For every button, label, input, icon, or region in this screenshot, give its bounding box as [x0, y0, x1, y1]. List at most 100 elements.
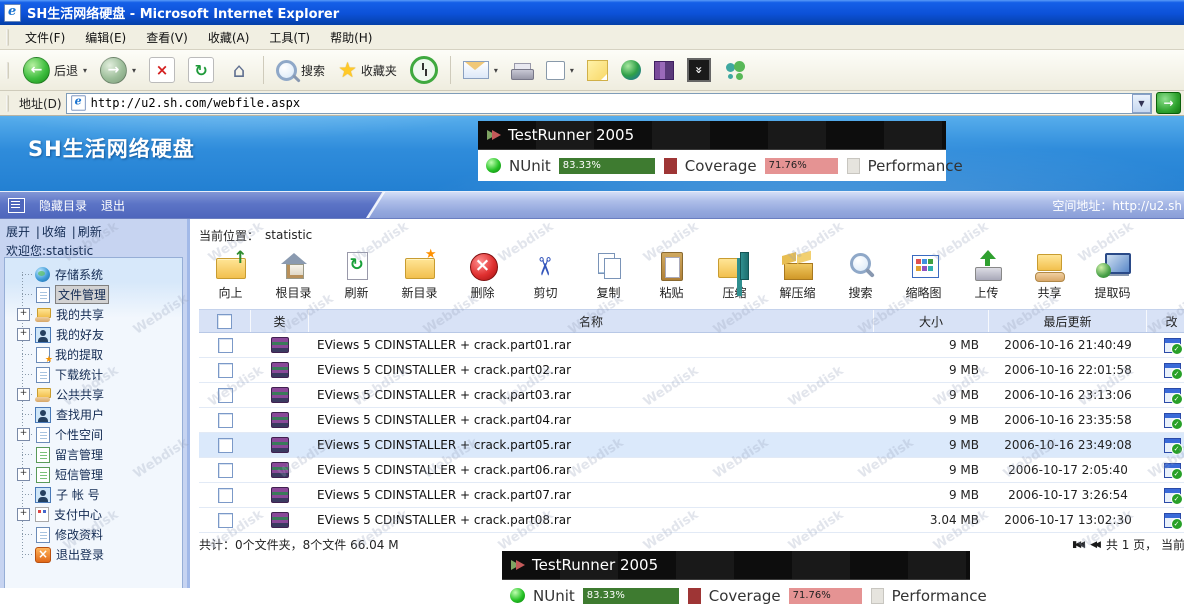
- menu-item[interactable]: 收藏(A): [198, 28, 260, 48]
- modify-icon[interactable]: [1163, 437, 1183, 455]
- row-checkbox[interactable]: [217, 412, 233, 428]
- menu-item[interactable]: 编辑(E): [75, 28, 136, 48]
- web-button[interactable]: [616, 58, 646, 82]
- toolbar-button-cut[interactable]: ✂ 剪切: [514, 248, 577, 305]
- back-dropdown-icon[interactable]: ▾: [83, 66, 87, 75]
- sidebar-item[interactable]: 留言管理: [5, 444, 182, 467]
- file-name[interactable]: EViews 5 CDINSTALLER + crack.part07.rar: [309, 488, 874, 502]
- file-name[interactable]: EViews 5 CDINSTALLER + crack.part03.rar: [309, 388, 874, 402]
- expand-icon[interactable]: +: [17, 328, 30, 341]
- research-button[interactable]: [649, 59, 679, 82]
- row-checkbox[interactable]: [217, 387, 233, 403]
- sidebar-item[interactable]: 文件管理: [5, 284, 182, 307]
- go-button[interactable]: →: [1156, 92, 1181, 114]
- modify-icon[interactable]: [1163, 337, 1183, 355]
- expand-icon[interactable]: +: [17, 428, 30, 441]
- expand-icon[interactable]: +: [17, 388, 30, 401]
- modify-icon[interactable]: [1163, 387, 1183, 405]
- favorites-button[interactable]: ★ 收藏夹: [333, 58, 402, 83]
- hide-directory-link[interactable]: 隐藏目录: [39, 197, 87, 214]
- stop-button[interactable]: ×: [144, 55, 180, 85]
- row-checkbox[interactable]: [217, 437, 233, 453]
- history-button[interactable]: [405, 54, 443, 86]
- toolbar-button-copy[interactable]: 复制: [577, 248, 640, 305]
- sidebar-item[interactable]: + 个性空间: [5, 424, 182, 447]
- menu-item[interactable]: 文件(F): [15, 28, 75, 48]
- modify-icon[interactable]: [1163, 487, 1183, 505]
- row-checkbox[interactable]: [217, 362, 233, 378]
- row-checkbox[interactable]: [217, 462, 233, 478]
- print-button[interactable]: [506, 61, 538, 80]
- sidebar-link[interactable]: 收缩: [42, 225, 66, 239]
- modify-icon[interactable]: [1163, 512, 1183, 530]
- sidebar-link[interactable]: 展开: [6, 225, 30, 239]
- testrunner-banner-bottom[interactable]: TestRunner 2005 NUnit 83.33% Coverage 71…: [502, 551, 987, 611]
- forward-button[interactable]: → ▾: [95, 55, 141, 86]
- file-name[interactable]: EViews 5 CDINSTALLER + crack.part05.rar: [309, 438, 874, 452]
- modify-icon[interactable]: [1163, 412, 1183, 430]
- row-checkbox[interactable]: [217, 337, 233, 353]
- expand-icon[interactable]: +: [17, 308, 30, 321]
- mail-button[interactable]: ▾: [458, 59, 503, 81]
- sidebar-item[interactable]: + 我的共享: [5, 304, 182, 324]
- modify-icon[interactable]: [1163, 462, 1183, 480]
- row-checkbox[interactable]: [217, 512, 233, 528]
- sidebar-item[interactable]: 下载统计: [5, 364, 182, 387]
- edit-dropdown-icon[interactable]: ▾: [570, 66, 574, 75]
- home-button[interactable]: ⌂: [222, 56, 256, 84]
- sidebar-item[interactable]: + 我的好友: [5, 324, 182, 344]
- notes-button[interactable]: [582, 58, 613, 83]
- exit-link[interactable]: 退出: [101, 197, 125, 214]
- downloader-button[interactable]: »: [682, 56, 716, 84]
- toolbar-button-up-folder[interactable]: ↑ 向上: [199, 248, 262, 305]
- refresh-button[interactable]: ↻: [183, 55, 219, 85]
- mail-dropdown-icon[interactable]: ▾: [494, 66, 498, 75]
- messenger-button[interactable]: [719, 59, 753, 81]
- file-name[interactable]: EViews 5 CDINSTALLER + crack.part06.rar: [309, 463, 874, 477]
- select-all-checkbox[interactable]: [217, 313, 232, 329]
- toolbar-button-new-folder[interactable]: ★ 新目录: [388, 247, 451, 305]
- toolbar-button-extract-code[interactable]: 提取码: [1081, 248, 1144, 305]
- sidebar-item[interactable]: + 短信管理: [5, 464, 182, 487]
- toolbar-button-compress[interactable]: 压缩: [703, 248, 766, 305]
- edit-button[interactable]: ▾: [541, 59, 579, 82]
- sidebar-item[interactable]: 子 帐 号: [5, 484, 182, 504]
- forward-dropdown-icon[interactable]: ▾: [132, 66, 136, 75]
- sidebar-item[interactable]: 查找用户: [5, 404, 182, 424]
- toolbar-button-delete[interactable]: × 删除: [451, 248, 514, 305]
- first-page-icon[interactable]: [1072, 540, 1085, 550]
- sidebar-item[interactable]: 退出登录: [5, 544, 182, 564]
- address-value[interactable]: http://u2.sh.com/webfile.aspx: [91, 96, 1128, 110]
- expand-icon[interactable]: +: [17, 468, 30, 481]
- address-dropdown-button[interactable]: ▼: [1132, 93, 1151, 113]
- sidebar-item[interactable]: 修改资料: [5, 524, 182, 547]
- sidebar-item[interactable]: + 支付中心: [5, 504, 182, 524]
- file-name[interactable]: EViews 5 CDINSTALLER + crack.part04.rar: [309, 413, 874, 427]
- address-input[interactable]: http://u2.sh.com/webfile.aspx ▼: [65, 92, 1152, 114]
- prev-page-icon[interactable]: [1090, 540, 1101, 550]
- file-name[interactable]: EViews 5 CDINSTALLER + crack.part01.rar: [309, 338, 874, 352]
- file-name[interactable]: EViews 5 CDINSTALLER + crack.part02.rar: [309, 363, 874, 377]
- row-checkbox[interactable]: [217, 487, 233, 503]
- menu-item[interactable]: 查看(V): [136, 28, 198, 48]
- toolbar-button-thumbnail[interactable]: 缩略图: [892, 248, 955, 305]
- testrunner-banner-top[interactable]: TestRunner 2005 NUnit 83.33% Coverage 71…: [478, 121, 963, 181]
- toolbar-button-paste[interactable]: 粘贴: [640, 248, 703, 305]
- modify-icon[interactable]: [1163, 362, 1183, 380]
- sidebar-item[interactable]: 存储系统: [5, 264, 182, 284]
- toolbar-button-root-home[interactable]: 根目录: [262, 248, 325, 305]
- sidebar-item[interactable]: 我的提取: [5, 344, 182, 367]
- search-button[interactable]: 搜索: [271, 58, 330, 83]
- toolbar-button-extract[interactable]: 解压缩: [766, 248, 829, 305]
- menu-item[interactable]: 帮助(H): [320, 28, 382, 48]
- toolbar-button-refresh[interactable]: ↻ 刷新: [325, 248, 388, 305]
- sidebar-item[interactable]: + 公共共享: [5, 384, 182, 404]
- expand-icon[interactable]: +: [17, 508, 30, 521]
- sidebar-link[interactable]: 刷新: [78, 225, 102, 239]
- toolbar-button-upload[interactable]: 上传: [955, 248, 1018, 305]
- menu-item[interactable]: 工具(T): [259, 28, 320, 48]
- toolbar-button-share[interactable]: 共享: [1018, 248, 1081, 305]
- back-button[interactable]: ← 后退 ▾: [18, 55, 92, 86]
- toolbar-button-search[interactable]: 搜索: [829, 248, 892, 305]
- file-name[interactable]: EViews 5 CDINSTALLER + crack.part08.rar: [309, 513, 874, 527]
